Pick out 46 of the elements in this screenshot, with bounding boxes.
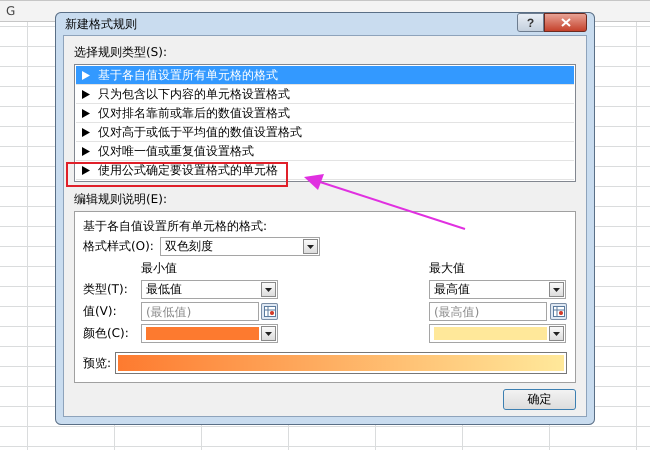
triangle-icon [82, 166, 90, 174]
rule-type-item[interactable]: 使用公式确定要设置格式的单元格 [76, 161, 574, 180]
dropdown-button[interactable] [261, 326, 276, 341]
max-color-dropdown[interactable] [429, 324, 566, 343]
min-color-dropdown[interactable] [141, 324, 278, 343]
section-label: 选择规则类型(S): [74, 44, 168, 61]
rule-type-item[interactable]: 仅对高于或低于平均值的数值设置格式 [76, 123, 574, 142]
grid-icon [552, 306, 564, 317]
triangle-icon [82, 146, 90, 156]
dropdown-button[interactable] [302, 239, 318, 254]
dropdown-button[interactable] [549, 282, 564, 297]
range-picker-button[interactable] [261, 303, 278, 320]
min-heading: 最小值 [141, 260, 178, 277]
min-type-dropdown[interactable]: 最低值 [141, 280, 278, 299]
field-label: 类型(T): [83, 281, 129, 298]
field-label: 预览: [83, 354, 112, 372]
rule-type-item[interactable]: 只为包含以下内容的单元格设置格式 [76, 85, 574, 104]
caret-icon [553, 288, 560, 292]
caret-icon [265, 288, 272, 292]
max-value-field[interactable]: (最高值) [429, 302, 547, 321]
triangle-icon [82, 90, 90, 98]
max-heading: 最大值 [429, 260, 466, 277]
field-label: 格式样式(O): [83, 238, 154, 255]
format-style-dropdown[interactable]: 双色刻度 [160, 237, 320, 256]
range-picker-button[interactable] [550, 303, 567, 320]
close-icon [560, 18, 570, 27]
dropdown-button[interactable] [549, 326, 564, 341]
triangle-icon [82, 70, 90, 80]
triangle-icon [82, 108, 90, 118]
rule-type-item[interactable]: 仅对排名靠前或靠后的数值设置格式 [76, 104, 574, 123]
min-value-field[interactable]: (最低值) [141, 302, 259, 321]
ok-button[interactable]: 确定 [503, 389, 576, 410]
rule-type-item[interactable]: 仅对唯一值或重复值设置格式 [76, 142, 574, 161]
caret-icon [553, 332, 560, 336]
description-text: 基于各自值设置所有单元格的格式: [83, 218, 268, 235]
grid-icon [264, 306, 276, 317]
field-label: 值(V): [83, 303, 118, 320]
field-label: 颜色(C): [83, 325, 130, 342]
section-label: 编辑规则说明(E): [74, 191, 168, 208]
close-button[interactable] [544, 13, 587, 32]
triangle-icon [82, 128, 90, 136]
help-button[interactable]: ? [517, 13, 544, 32]
dropdown-button[interactable] [261, 282, 276, 297]
caret-icon [306, 244, 314, 248]
caret-icon [265, 332, 272, 336]
max-type-dropdown[interactable]: 最高值 [429, 280, 566, 299]
